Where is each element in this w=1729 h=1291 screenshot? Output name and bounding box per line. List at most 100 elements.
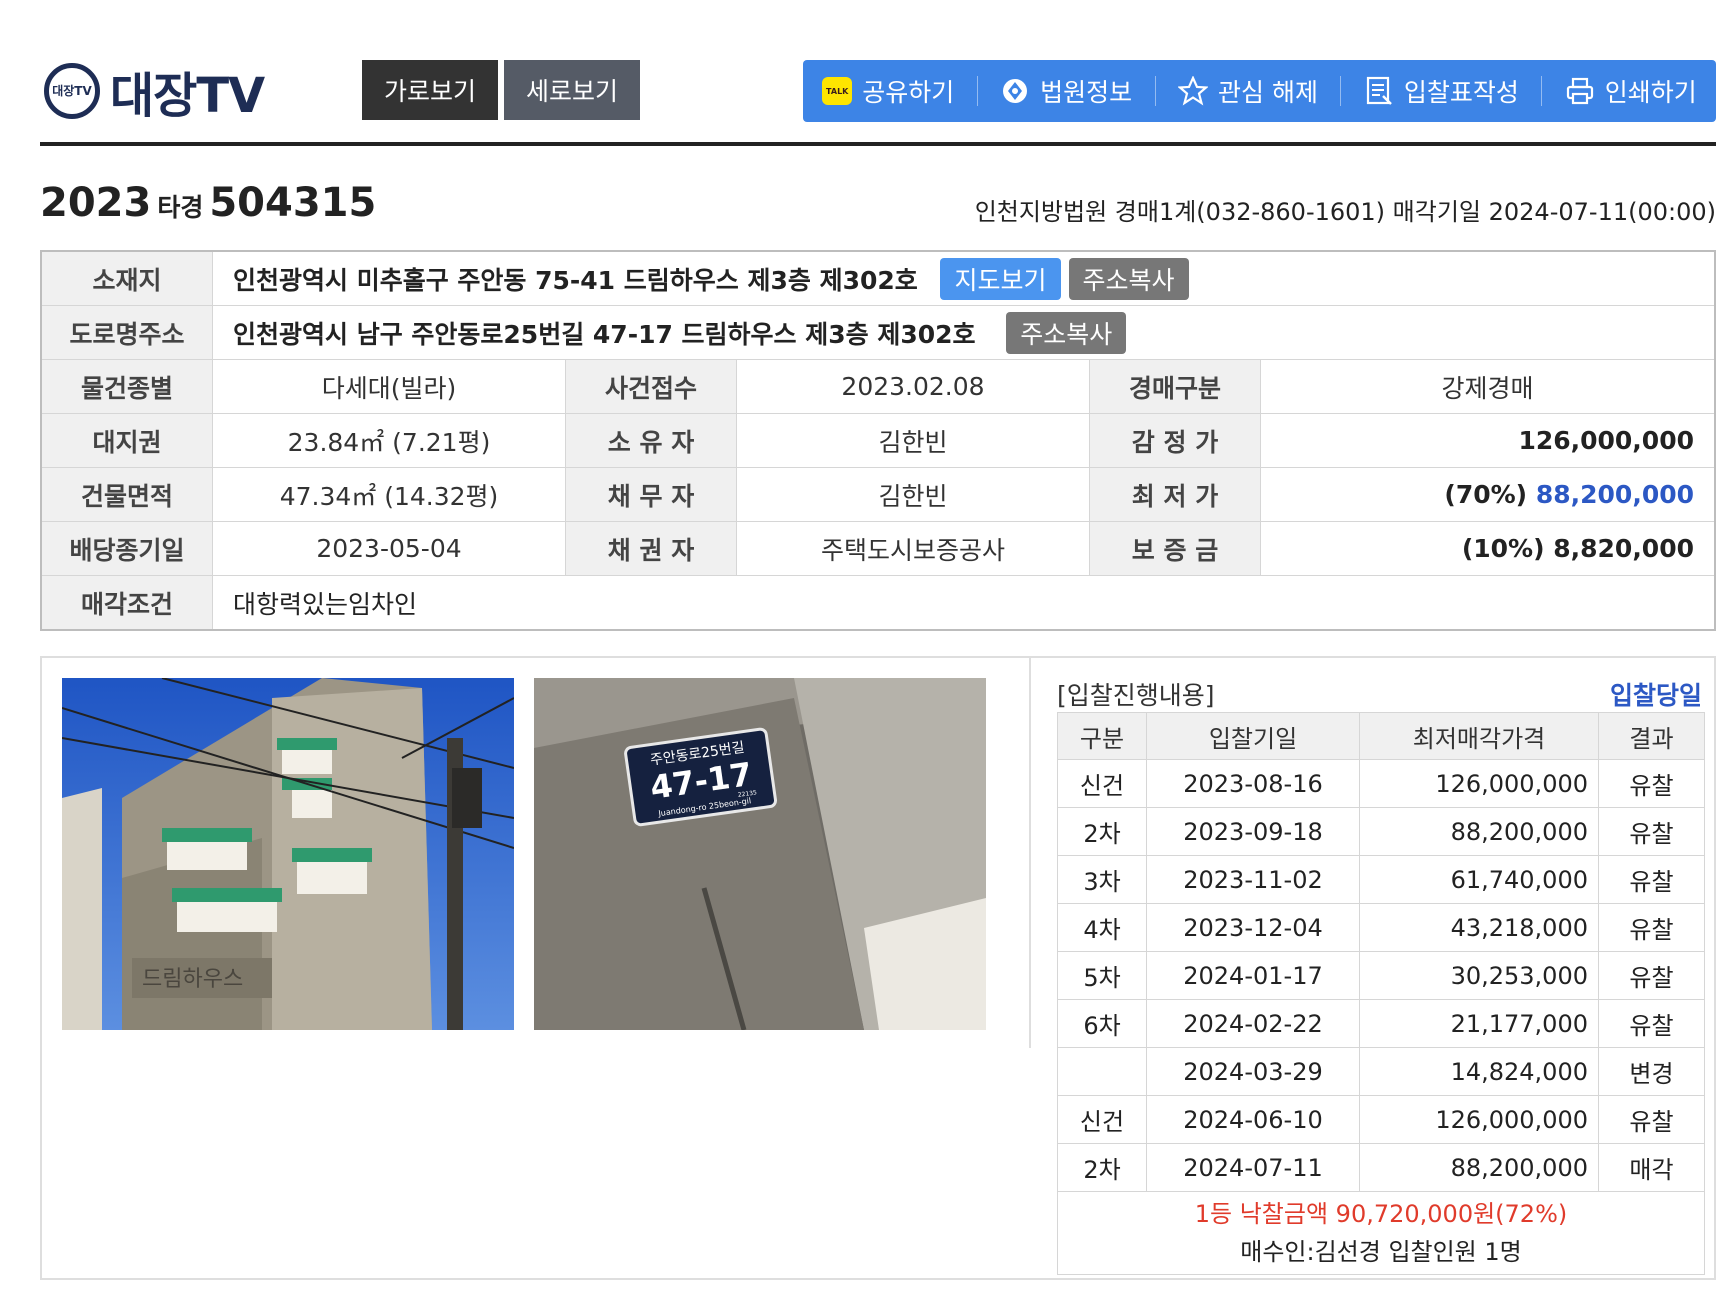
bid-history-table: 구분 입찰기일 최저매각가격 결과 신건 2023-08-16 126,000,00… (1057, 712, 1705, 1275)
case-received-label: 사건접수 (565, 359, 737, 414)
bid-row: 6차 2024-02-22 21,177,000 유찰 (1057, 999, 1705, 1048)
bid-date: 2024-01-17 (1146, 951, 1360, 1000)
bid-result-sold: 매각 (1598, 1143, 1705, 1192)
bid-price: 21,177,000 (1359, 999, 1599, 1048)
bid-row: 4차 2023-12-04 43,218,000 유찰 (1057, 903, 1705, 952)
tab-horizontal-view[interactable]: 가로보기 (362, 60, 499, 120)
bid-round: 4차 (1057, 903, 1147, 952)
toolbar-divider (1541, 76, 1543, 106)
creditor-label: 채 권 자 (565, 521, 737, 576)
bid-header-row: 구분 입찰기일 최저매각가격 결과 (1057, 712, 1705, 760)
bid-date: 2023-09-18 (1146, 807, 1360, 856)
sale-condition-value: 대항력있는임차인 (212, 575, 1716, 631)
bid-row: 신건 2024-06-10 126,000,000 유찰 (1057, 1095, 1705, 1144)
logo[interactable]: 대장TV 대장TV (44, 60, 265, 124)
owner-label: 소 유 자 (565, 413, 737, 468)
dividend-deadline-label: 배당종기일 (40, 521, 213, 576)
copy-road-address-button[interactable]: 주소복사 (1006, 311, 1127, 354)
view-tabs: 가로보기 세로보기 (362, 60, 641, 120)
sale-condition-label: 매각조건 (40, 575, 213, 631)
bid-price: 88,200,000 (1359, 807, 1599, 856)
bid-price: 14,824,000 (1359, 1047, 1599, 1096)
bid-summary-row: 1등 낙찰금액 90,720,000원(72%) 매수인:김선경 입찰인원 1명 (1057, 1191, 1705, 1275)
section-divider (1029, 658, 1031, 1048)
kakaotalk-icon: TALK (822, 77, 853, 105)
col-min-price: 최저매각가격 (1359, 712, 1599, 760)
winning-bid: 1등 낙찰금액 90,720,000원(72%) (1194, 1200, 1568, 1228)
court-info-button[interactable]: 법원정보 (1000, 60, 1132, 122)
land-right-value: 23.84㎡ (7.21평) (212, 413, 566, 468)
bid-result: 유찰 (1598, 807, 1705, 856)
building-sign-text: 드림하우스 (142, 967, 243, 992)
bid-day-link[interactable]: 입찰당일 (1610, 676, 1702, 712)
bid-result: 유찰 (1598, 855, 1705, 904)
deposit-value: (10%) 8,820,000 (1260, 521, 1716, 576)
building-area-value: 47.34㎡ (14.32평) (212, 467, 566, 522)
printer-icon (1565, 76, 1595, 106)
bid-date: 2024-02-22 (1146, 999, 1360, 1048)
location-row: 소재지 인천광역시 미추홀구 주안동 75-41 드림하우스 제3층 제302호… (40, 250, 1716, 306)
address-plate-photo[interactable]: 주안동로25번길 47-17 22135 Juandong-ro 25beon-… (534, 678, 986, 1030)
bid-form-label: 입찰표작성 (1403, 78, 1519, 107)
road-address: 인천광역시 남구 주안동로25번길 47-17 드림하우스 제3층 제302호 (233, 319, 976, 349)
min-price-value: 88,200,000 (1535, 480, 1694, 509)
bid-result: 유찰 (1598, 903, 1705, 952)
bid-price: 30,253,000 (1359, 951, 1599, 1000)
case-type: 타경 (157, 193, 204, 222)
debtor-value: 김한빈 (736, 467, 1090, 522)
unfavorite-label: 관심 해제 (1218, 78, 1318, 107)
court-info-label: 법원정보 (1040, 78, 1133, 107)
share-label: 공유하기 (862, 78, 955, 107)
map-button[interactable]: 지도보기 (940, 257, 1061, 300)
bid-row: 신건 2023-08-16 126,000,000 유찰 (1057, 759, 1705, 808)
bid-row: 5차 2024-01-17 30,253,000 유찰 (1057, 951, 1705, 1000)
building-photo[interactable]: 드림하우스 (62, 678, 514, 1030)
property-info-table: 소재지 인천광역시 미추홀구 주안동 75-41 드림하우스 제3층 제302호… (40, 250, 1716, 631)
action-toolbar: TALK 공유하기 법원정보 관심 해제 입찰표작성 인쇄하기 (803, 60, 1716, 122)
print-button[interactable]: 인쇄하기 (1565, 60, 1697, 122)
road-address-cell: 인천광역시 남구 주안동로25번길 47-17 드림하우스 제3층 제302호 … (212, 305, 1716, 360)
lower-section: 드림하우스 주안동로25번길 47-17 22135 Juandong-ro 2… (40, 656, 1716, 1280)
condition-row: 매각조건 대항력있는임차인 (40, 575, 1716, 631)
logo-badge: 대장TV (44, 63, 100, 119)
property-type-value: 다세대(빌라) (212, 359, 566, 414)
auction-type-label: 경매구분 (1089, 359, 1261, 414)
appraisal-value: 126,000,000 (1260, 413, 1716, 468)
auction-type-value: 강제경매 (1260, 359, 1716, 414)
case-number: 2023 타경 504315 (40, 180, 376, 226)
share-button[interactable]: TALK 공유하기 (822, 60, 954, 122)
court-info: 인천지방법원 경매1계(032-860-1601) 매각기일 2024-07-1… (974, 198, 1716, 226)
tab-vertical-view[interactable]: 세로보기 (504, 60, 641, 120)
min-price-percent: (70%) (1444, 480, 1528, 509)
bid-date: 2023-12-04 (1146, 903, 1360, 952)
dividend-deadline-value: 2023-05-04 (212, 521, 566, 576)
land-right-label: 대지권 (40, 413, 213, 468)
bid-result: 유찰 (1598, 1095, 1705, 1144)
col-round: 구분 (1057, 712, 1147, 760)
court-icon (1000, 76, 1030, 106)
bid-result: 유찰 (1598, 759, 1705, 808)
bid-round: 2차 (1057, 1143, 1147, 1192)
info-row: 대지권 23.84㎡ (7.21평) 소 유 자 김한빈 감 정 가 126,0… (40, 413, 1716, 468)
bid-summary: 1등 낙찰금액 90,720,000원(72%) 매수인:김선경 입찰인원 1명 (1057, 1191, 1705, 1275)
bid-result: 유찰 (1598, 999, 1705, 1048)
bid-row: 2차 2023-09-18 88,200,000 유찰 (1057, 807, 1705, 856)
bid-round: 신건 (1057, 759, 1147, 808)
bid-round: 3차 (1057, 855, 1147, 904)
bid-price: 43,218,000 (1359, 903, 1599, 952)
bid-date: 2024-03-29 (1146, 1047, 1360, 1096)
bid-form-button[interactable]: 입찰표작성 (1364, 60, 1519, 122)
location-cell: 인천광역시 미추홀구 주안동 75-41 드림하우스 제3층 제302호 지도보… (212, 250, 1716, 306)
unfavorite-button[interactable]: 관심 해제 (1178, 60, 1318, 122)
bid-row: 3차 2023-11-02 61,740,000 유찰 (1057, 855, 1705, 904)
case-year: 2023 (40, 180, 152, 226)
logo-text: 대장TV (110, 68, 265, 124)
copy-address-button[interactable]: 주소복사 (1068, 257, 1189, 300)
case-serial: 504315 (209, 180, 377, 226)
toolbar-divider (976, 76, 978, 106)
bid-result: 유찰 (1598, 951, 1705, 1000)
bid-round: 6차 (1057, 999, 1147, 1048)
bid-price: 126,000,000 (1359, 759, 1599, 808)
bid-date: 2024-06-10 (1146, 1095, 1360, 1144)
creditor-value: 주택도시보증공사 (736, 521, 1090, 576)
